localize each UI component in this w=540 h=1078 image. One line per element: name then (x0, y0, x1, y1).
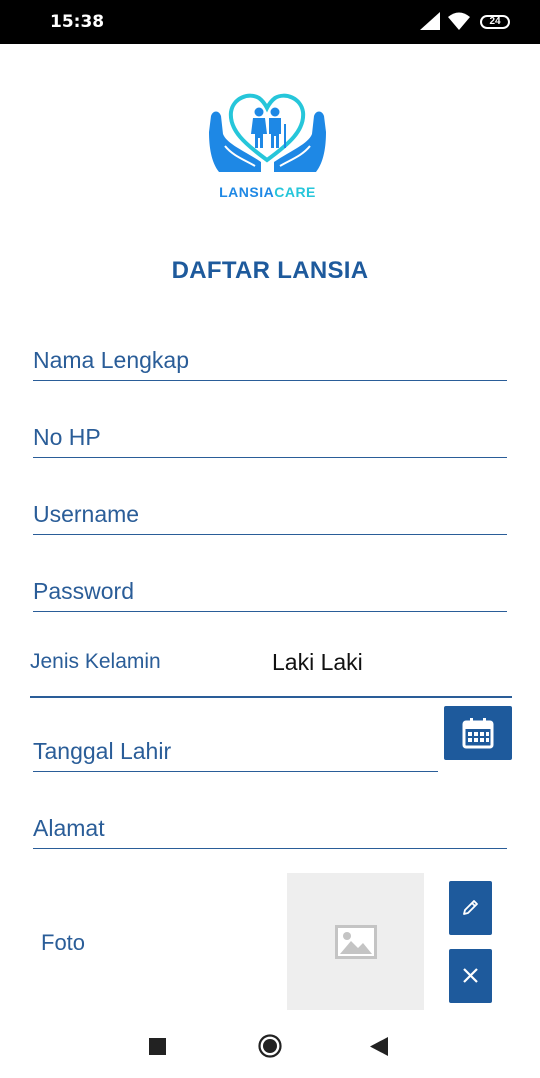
phone-placeholder: No HP (33, 424, 101, 450)
photo-preview[interactable] (287, 873, 424, 1010)
navigation-bar (0, 1015, 540, 1078)
logo-text: LANSIACARE (205, 184, 330, 200)
phone-field[interactable]: No HP (33, 412, 507, 458)
home-button[interactable] (258, 1034, 282, 1063)
calendar-icon (462, 718, 494, 749)
gender-select[interactable]: Laki Laki (272, 649, 363, 676)
recents-button[interactable] (149, 1038, 166, 1060)
back-button[interactable] (370, 1037, 388, 1061)
pencil-icon (463, 900, 478, 915)
address-field[interactable]: Alamat (33, 803, 507, 849)
remove-photo-button[interactable] (449, 949, 492, 1003)
full-name-placeholder: Nama Lengkap (33, 347, 189, 373)
password-placeholder: Password (33, 578, 134, 604)
birth-date-placeholder: Tanggal Lahir (33, 738, 172, 764)
status-icons: 24 (420, 12, 510, 32)
edit-photo-button[interactable] (449, 881, 492, 935)
battery-icon: 24 (480, 15, 510, 29)
full-name-field[interactable]: Nama Lengkap (33, 335, 507, 381)
password-field[interactable]: Password (33, 566, 507, 612)
triangle-back-icon (370, 1037, 388, 1056)
gender-row: Jenis Kelamin Laki Laki (30, 640, 512, 698)
photo-label: Foto (41, 930, 86, 955)
close-icon (463, 968, 478, 983)
image-icon (335, 925, 377, 959)
username-field[interactable]: Username (33, 489, 507, 535)
gender-label: Jenis Kelamin (30, 650, 161, 673)
birth-date-field[interactable]: Tanggal Lahir (33, 726, 438, 772)
status-bar: 15:38 24 (0, 0, 540, 44)
calendar-button[interactable] (444, 706, 512, 760)
logo-text-lansia: LANSIA (219, 184, 275, 200)
wifi-icon (448, 12, 470, 30)
status-time: 15:38 (50, 12, 105, 32)
username-placeholder: Username (33, 501, 140, 527)
address-placeholder: Alamat (33, 815, 105, 841)
logo-text-care: CARE (274, 184, 316, 200)
circle-icon (258, 1034, 282, 1058)
page-title: DAFTAR LANSIA (171, 257, 369, 284)
signal-icon (420, 12, 440, 30)
square-icon (149, 1038, 166, 1055)
